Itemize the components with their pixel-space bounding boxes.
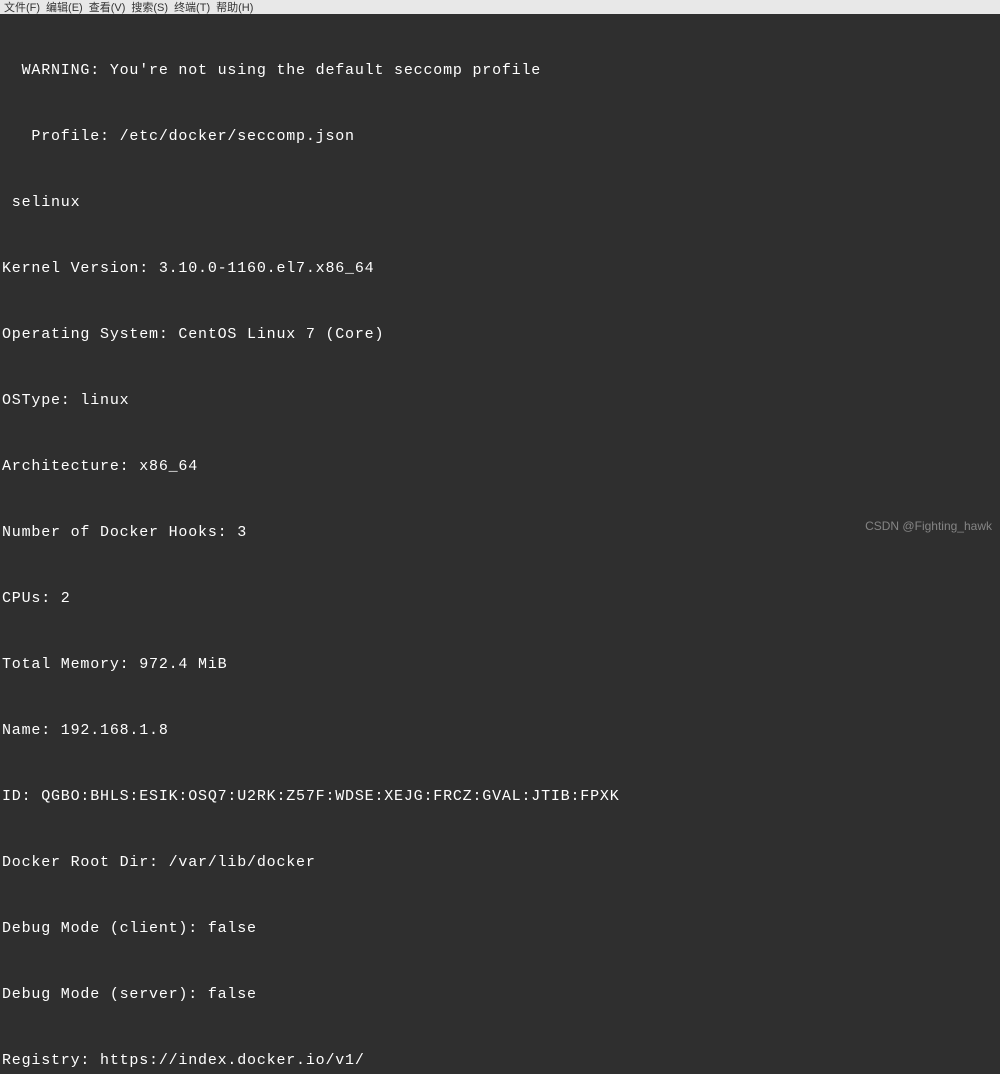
output-line: CPUs: 2	[2, 588, 998, 610]
output-line: Registry: https://index.docker.io/v1/	[2, 1050, 998, 1072]
output-line: Docker Root Dir: /var/lib/docker	[2, 852, 998, 874]
menu-search[interactable]: 搜索(S)	[131, 0, 168, 15]
csdn-watermark: CSDN @Fighting_hawk	[865, 519, 992, 533]
menu-edit[interactable]: 编辑(E)	[46, 0, 83, 15]
output-line: Total Memory: 972.4 MiB	[2, 654, 998, 676]
output-line: Debug Mode (server): false	[2, 984, 998, 1006]
menu-view[interactable]: 查看(V)	[89, 0, 126, 15]
output-line: selinux	[2, 192, 998, 214]
output-line: Profile: /etc/docker/seccomp.json	[2, 126, 998, 148]
output-line: WARNING: You're not using the default se…	[2, 60, 998, 82]
menu-file[interactable]: 文件(F)	[4, 0, 40, 15]
output-line: Kernel Version: 3.10.0-1160.el7.x86_64	[2, 258, 998, 280]
output-line: Architecture: x86_64	[2, 456, 998, 478]
menu-help[interactable]: 帮助(H)	[216, 0, 253, 15]
output-line: Name: 192.168.1.8	[2, 720, 998, 742]
menu-terminal[interactable]: 终端(T)	[174, 0, 210, 15]
output-line: Number of Docker Hooks: 3	[2, 522, 998, 544]
output-line: Debug Mode (client): false	[2, 918, 998, 940]
output-line: Operating System: CentOS Linux 7 (Core)	[2, 324, 998, 346]
menubar: 文件(F) 编辑(E) 查看(V) 搜索(S) 终端(T) 帮助(H)	[0, 0, 1000, 14]
terminal-output[interactable]: WARNING: You're not using the default se…	[0, 14, 1000, 1074]
output-line: ID: QGBO:BHLS:ESIK:OSQ7:U2RK:Z57F:WDSE:X…	[2, 786, 998, 808]
output-line: OSType: linux	[2, 390, 998, 412]
